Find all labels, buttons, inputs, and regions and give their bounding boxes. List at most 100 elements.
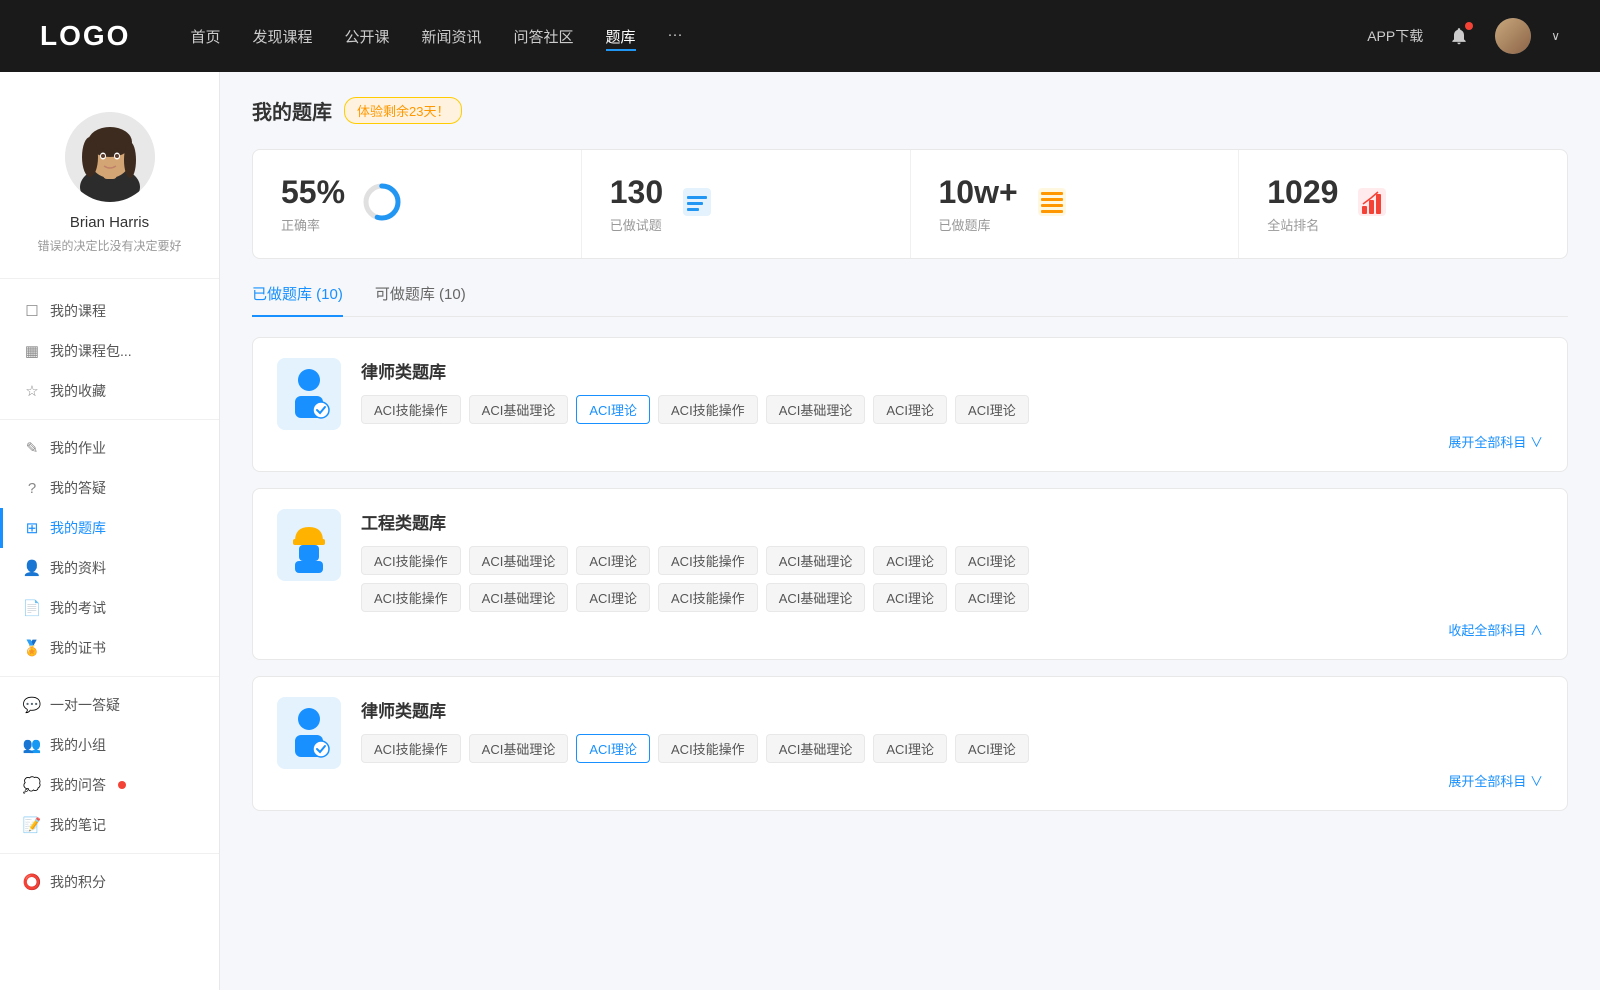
eng-tag-6[interactable]: ACI理论 <box>955 546 1029 575</box>
points-icon: ⭕ <box>24 874 40 890</box>
sidebar-item-my-course[interactable]: ☐ 我的课程 <box>0 291 219 331</box>
sidebar-item-qa[interactable]: 💭 我的问答 <box>0 765 219 805</box>
nav-questions[interactable]: 题库 <box>606 22 636 51</box>
nav-open-course[interactable]: 公开课 <box>344 22 389 51</box>
tag-3[interactable]: ACI技能操作 <box>658 395 758 424</box>
sidebar-item-course-package[interactable]: ▦ 我的课程包... <box>0 331 219 371</box>
eng-tag-1[interactable]: ACI基础理论 <box>469 546 569 575</box>
navbar-right: APP下载 ∨ <box>1367 18 1560 54</box>
bank-content-lawyer-2: 律师类题库 ACI技能操作 ACI基础理论 ACI理论 ACI技能操作 ACI基… <box>361 697 1543 790</box>
bank-card-engineer: 工程类题库 ACI技能操作 ACI基础理论 ACI理论 ACI技能操作 ACI基… <box>252 488 1568 660</box>
nav-discover[interactable]: 发现课程 <box>252 22 312 51</box>
expand-link-engineer[interactable]: 收起全部科目 ∧ <box>361 620 1543 639</box>
law2-tag-1[interactable]: ACI基础理论 <box>469 734 569 763</box>
eng-tag-13[interactable]: ACI理论 <box>955 583 1029 612</box>
sidebar-item-questions[interactable]: ? 我的答疑 <box>0 468 219 508</box>
app-download-link[interactable]: APP下载 <box>1367 26 1423 46</box>
eng-tag-0[interactable]: ACI技能操作 <box>361 546 461 575</box>
rank-icon <box>1354 184 1390 225</box>
eng-tag-7[interactable]: ACI技能操作 <box>361 583 461 612</box>
sidebar-item-certificate[interactable]: 🏅 我的证书 <box>0 628 219 668</box>
stat-accuracy-label: 正确率 <box>281 215 345 234</box>
profile-name: Brian Harris <box>70 214 149 231</box>
sidebar-item-profile[interactable]: 👤 我的资料 <box>0 548 219 588</box>
sidebar-divider-2 <box>0 419 219 420</box>
navbar: LOGO 首页 发现课程 公开课 新闻资讯 问答社区 题库 ··· APP下载 … <box>0 0 1600 72</box>
bank-card-lawyer-1: 律师类题库 ACI技能操作 ACI基础理论 ACI理论 ACI技能操作 ACI基… <box>252 337 1568 472</box>
tab-done-banks[interactable]: 已做题库 (10) <box>252 283 343 316</box>
law2-tag-0[interactable]: ACI技能操作 <box>361 734 461 763</box>
tag-1[interactable]: ACI基础理论 <box>469 395 569 424</box>
sidebar-label-favorites: 我的收藏 <box>50 381 106 401</box>
stat-banks-label: 已做题库 <box>939 215 1018 234</box>
avatar <box>65 112 155 202</box>
chat-icon: 💬 <box>24 697 40 713</box>
eng-tag-2[interactable]: ACI理论 <box>576 546 650 575</box>
stat-banks-value: 10w+ <box>939 174 1018 211</box>
eng-tag-9[interactable]: ACI理论 <box>576 583 650 612</box>
nav-home[interactable]: 首页 <box>190 22 220 51</box>
layout: Brian Harris 错误的决定比没有决定要好 ☐ 我的课程 ▦ 我的课程包… <box>0 72 1600 990</box>
user-icon: 👤 <box>24 560 40 576</box>
question-icon: ? <box>24 480 40 496</box>
sidebar-item-one-on-one[interactable]: 💬 一对一答疑 <box>0 685 219 725</box>
stat-rank: 1029 全站排名 <box>1239 150 1567 258</box>
stat-accuracy-value: 55% <box>281 174 345 211</box>
law2-tag-3[interactable]: ACI技能操作 <box>658 734 758 763</box>
page-header: 我的题库 体验剩余23天！ <box>252 96 1568 125</box>
done-questions-icon <box>679 184 715 225</box>
eng-tag-5[interactable]: ACI理论 <box>873 546 947 575</box>
eng-tag-3[interactable]: ACI技能操作 <box>658 546 758 575</box>
stat-done-questions: 130 已做试题 <box>582 150 911 258</box>
notification-bell[interactable] <box>1443 20 1475 52</box>
sidebar-item-question-bank[interactable]: ⊞ 我的题库 <box>0 508 219 548</box>
law2-tag-4[interactable]: ACI基础理论 <box>766 734 866 763</box>
eng-tag-12[interactable]: ACI理论 <box>873 583 947 612</box>
user-dropdown-arrow[interactable]: ∨ <box>1551 29 1560 43</box>
law2-tag-5[interactable]: ACI理论 <box>873 734 947 763</box>
sidebar-label-one-on-one: 一对一答疑 <box>50 695 120 715</box>
expand-link-lawyer-2[interactable]: 展开全部科目 ∨ <box>361 771 1543 790</box>
tab-bar: 已做题库 (10) 可做题库 (10) <box>252 283 1568 317</box>
bank-content-lawyer-1: 律师类题库 ACI技能操作 ACI基础理论 ACI理论 ACI技能操作 ACI基… <box>361 358 1543 451</box>
sidebar-item-favorites[interactable]: ☆ 我的收藏 <box>0 371 219 411</box>
tab-available-banks[interactable]: 可做题库 (10) <box>375 283 466 316</box>
sidebar-menu: ☐ 我的课程 ▦ 我的课程包... ☆ 我的收藏 ✎ 我的作业 ? 我的答 <box>0 287 219 906</box>
tag-0[interactable]: ACI技能操作 <box>361 395 461 424</box>
eng-tag-10[interactable]: ACI技能操作 <box>658 583 758 612</box>
law2-tag-6[interactable]: ACI理论 <box>955 734 1029 763</box>
sidebar-label-questions: 我的答疑 <box>50 478 106 498</box>
nav-qa[interactable]: 问答社区 <box>514 22 574 51</box>
sidebar-item-exam[interactable]: 📄 我的考试 <box>0 588 219 628</box>
profile-motto: 错误的决定比没有决定要好 <box>37 237 181 254</box>
bar-icon: ▦ <box>24 343 40 359</box>
law2-tag-2[interactable]: ACI理论 <box>576 734 650 763</box>
tag-2[interactable]: ACI理论 <box>576 395 650 424</box>
bank-name-lawyer-1: 律师类题库 <box>361 358 1543 383</box>
file-icon: ☐ <box>24 303 40 319</box>
doc-icon: 📄 <box>24 600 40 616</box>
nav-more[interactable]: ··· <box>668 22 683 51</box>
sidebar-item-homework[interactable]: ✎ 我的作业 <box>0 428 219 468</box>
eng-tag-4[interactable]: ACI基础理论 <box>766 546 866 575</box>
sidebar-item-points[interactable]: ⭕ 我的积分 <box>0 862 219 902</box>
done-banks-icon <box>1034 184 1070 225</box>
tag-row-lawyer-2: ACI技能操作 ACI基础理论 ACI理论 ACI技能操作 ACI基础理论 AC… <box>361 734 1543 763</box>
user-avatar-nav[interactable] <box>1495 18 1531 54</box>
tag-4[interactable]: ACI基础理论 <box>766 395 866 424</box>
sidebar-label-profile: 我的资料 <box>50 558 106 578</box>
eng-tag-11[interactable]: ACI基础理论 <box>766 583 866 612</box>
sidebar-label-notes: 我的笔记 <box>50 815 106 835</box>
logo[interactable]: LOGO <box>40 20 130 52</box>
sidebar-item-group[interactable]: 👥 我的小组 <box>0 725 219 765</box>
sidebar-label-points: 我的积分 <box>50 872 106 892</box>
bank-name-engineer: 工程类题库 <box>361 509 1543 534</box>
expand-link-lawyer-1[interactable]: 展开全部科目 ∨ <box>361 432 1543 451</box>
stat-done-text: 130 已做试题 <box>610 174 663 234</box>
eng-tag-8[interactable]: ACI基础理论 <box>469 583 569 612</box>
tag-6[interactable]: ACI理论 <box>955 395 1029 424</box>
tag-5[interactable]: ACI理论 <box>873 395 947 424</box>
sidebar-label-my-course: 我的课程 <box>50 301 106 321</box>
sidebar-item-notes[interactable]: 📝 我的笔记 <box>0 805 219 845</box>
nav-news[interactable]: 新闻资讯 <box>422 22 482 51</box>
